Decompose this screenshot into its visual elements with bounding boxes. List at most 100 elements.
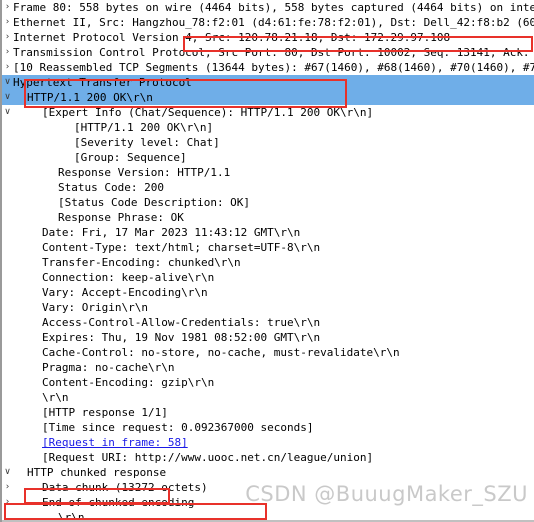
chevron-right-icon[interactable]: › <box>2 45 13 60</box>
packet-tree-row[interactable]: Vary: Accept-Encoding\r\n <box>2 285 534 300</box>
packet-tree-row-label: [Status Code Description: OK] <box>58 196 251 209</box>
packet-tree-row[interactable]: › Ethernet II, Src: Hangzhou_78:f2:01 (d4… <box>2 15 534 30</box>
tree-spacer-icon <box>2 240 13 255</box>
packet-tree-row[interactable]: [Severity level: Chat] <box>2 135 534 150</box>
packet-tree-row[interactable]: ∨ Hypertext Transfer Protocol <box>2 75 534 90</box>
packet-tree-row-label: [Time since request: 0.092367000 seconds… <box>42 421 314 434</box>
packet-tree-row-label: Response Version: HTTP/1.1 <box>58 166 231 179</box>
chevron-down-icon[interactable]: ∨ <box>2 75 13 90</box>
packet-tree-row[interactable]: Connection: keep-alive\r\n <box>2 270 534 285</box>
packet-tree-row-label: Transfer-Encoding: chunked\r\n <box>42 256 241 269</box>
csdn-watermark: CSDN @BuuugMaker_SZU <box>245 482 528 506</box>
packet-tree-row-label: Ethernet II, Src: Hangzhou_78:f2:01 (d4:… <box>13 16 534 29</box>
request-in-frame-link[interactable]: [Request in frame: 58] <box>13 436 188 449</box>
tree-spacer-icon <box>2 300 13 315</box>
tree-spacer-icon <box>2 270 13 285</box>
tree-spacer-icon <box>2 330 13 345</box>
packet-tree-row[interactable]: [Group: Sequence] <box>2 150 534 165</box>
packet-tree-row-label: Pragma: no-cache\r\n <box>42 361 175 374</box>
tree-spacer-icon <box>2 165 13 180</box>
packet-tree-row-label: Connection: keep-alive\r\n <box>42 271 215 284</box>
packet-tree-row-label: [HTTP response 1/1] <box>42 406 168 419</box>
tree-spacer-icon <box>2 120 13 135</box>
packet-detail-pane[interactable]: › Frame 80: 558 bytes on wire (4464 bits)… <box>0 0 534 522</box>
packet-tree-row-label: Transmission Control Protocol, Src Port:… <box>13 46 530 59</box>
packet-tree-row-label: [HTTP/1.1 200 OK\r\n] <box>74 121 214 134</box>
packet-tree-row-label: Response Phrase: OK <box>58 211 184 224</box>
packet-tree-row-label: HTTP/1.1 200 OK\r\n <box>27 91 153 104</box>
packet-tree-row[interactable]: › Transmission Control Protocol, Src Port… <box>2 45 534 60</box>
chevron-right-icon[interactable]: › <box>2 480 13 495</box>
packet-tree-row[interactable]: Vary: Origin\r\n <box>2 300 534 315</box>
chevron-right-icon[interactable]: › <box>2 60 13 75</box>
packet-tree-row-label: [Group: Sequence] <box>74 151 187 164</box>
packet-tree-row[interactable]: [Request URI: http://www.uooc.net.cn/lea… <box>2 450 534 465</box>
packet-tree-row[interactable]: › Internet Protocol Version 4, Src: 120.7… <box>2 30 534 45</box>
packet-tree-row[interactable]: › [10 Reassembled TCP Segments (13644 byt… <box>2 60 534 75</box>
packet-tree-row[interactable]: ∨ HTTP/1.1 200 OK\r\n <box>2 90 534 105</box>
tree-spacer-icon <box>2 345 13 360</box>
chevron-down-icon[interactable]: ∨ <box>2 90 13 105</box>
packet-tree-row[interactable]: Access-Control-Allow-Credentials: true\r… <box>2 315 534 330</box>
packet-tree-row[interactable]: Expires: Thu, 19 Nov 1981 08:52:00 GMT\r… <box>2 330 534 345</box>
packet-tree-row[interactable]: Content-Encoding: gzip\r\n <box>2 375 534 390</box>
packet-tree-row-label: Vary: Accept-Encoding\r\n <box>42 286 208 299</box>
packet-tree-row-label: End of chunked encoding <box>42 496 195 509</box>
packet-tree-row[interactable]: [HTTP response 1/1] <box>2 405 534 420</box>
packet-tree-row[interactable]: ∨ HTTP chunked response <box>2 465 534 480</box>
packet-tree-row[interactable]: Pragma: no-cache\r\n <box>2 360 534 375</box>
tree-spacer-icon <box>2 135 13 150</box>
packet-tree-row-label: Status Code: 200 <box>58 181 164 194</box>
tree-spacer-icon <box>2 225 13 240</box>
tree-spacer-icon <box>2 255 13 270</box>
packet-tree-row[interactable]: [Status Code Description: OK] <box>2 195 534 210</box>
packet-tree-row-label: Content-Type: text/html; charset=UTF-8\r… <box>42 241 321 254</box>
packet-tree-row-label: Hypertext Transfer Protocol <box>13 76 192 89</box>
packet-tree-row-label: Date: Fri, 17 Mar 2023 11:43:12 GMT\r\n <box>42 226 301 239</box>
packet-tree-row[interactable]: Status Code: 200 <box>2 180 534 195</box>
tree-spacer-icon <box>2 375 13 390</box>
packet-tree-row-label: Cache-Control: no-store, no-cache, must-… <box>42 346 400 359</box>
packet-tree-row[interactable]: Content-Type: text/html; charset=UTF-8\r… <box>2 240 534 255</box>
packet-tree[interactable]: › Frame 80: 558 bytes on wire (4464 bits)… <box>2 0 534 522</box>
packet-tree-row[interactable]: \r\n <box>2 390 534 405</box>
packet-tree-row[interactable]: › Frame 80: 558 bytes on wire (4464 bits)… <box>2 0 534 15</box>
chevron-right-icon[interactable]: › <box>2 0 13 15</box>
tree-spacer-icon <box>2 180 13 195</box>
packet-tree-row-label: Vary: Origin\r\n <box>42 301 148 314</box>
packet-tree-row-label: [Expert Info (Chat/Sequence): HTTP/1.1 2… <box>42 106 374 119</box>
packet-tree-row[interactable]: Date: Fri, 17 Mar 2023 11:43:12 GMT\r\n <box>2 225 534 240</box>
packet-tree-row-label: Expires: Thu, 19 Nov 1981 08:52:00 GMT\r… <box>42 331 321 344</box>
packet-tree-row[interactable]: Transfer-Encoding: chunked\r\n <box>2 255 534 270</box>
tree-spacer-icon <box>2 285 13 300</box>
tree-spacer-icon <box>2 435 13 450</box>
packet-tree-row[interactable]: Response Phrase: OK <box>2 210 534 225</box>
packet-tree-row-label: Content-Encoding: gzip\r\n <box>42 376 215 389</box>
chevron-right-icon[interactable]: › <box>2 30 13 45</box>
packet-tree-row-label: \r\n <box>42 391 69 404</box>
packet-tree-row[interactable]: Cache-Control: no-store, no-cache, must-… <box>2 345 534 360</box>
packet-tree-row-label: Internet Protocol Version 4, Src: 120.78… <box>13 31 451 44</box>
packet-tree-row[interactable]: Response Version: HTTP/1.1 <box>2 165 534 180</box>
packet-tree-row[interactable]: [Time since request: 0.092367000 seconds… <box>2 420 534 435</box>
tree-spacer-icon <box>2 150 13 165</box>
tree-spacer-icon <box>2 210 13 225</box>
chevron-right-icon[interactable]: › <box>2 495 13 510</box>
packet-tree-row-label: [10 Reassembled TCP Segments (13644 byte… <box>13 61 534 74</box>
packet-tree-row-label: Frame 80: 558 bytes on wire (4464 bits),… <box>13 1 534 14</box>
tree-spacer-icon <box>2 315 13 330</box>
tree-spacer-icon <box>2 360 13 375</box>
packet-tree-row[interactable]: [HTTP/1.1 200 OK\r\n] <box>2 120 534 135</box>
chevron-down-icon[interactable]: ∨ <box>2 105 13 120</box>
packet-tree-row-label: [Severity level: Chat] <box>74 136 220 149</box>
packet-tree-row-label: HTTP chunked response <box>27 466 167 479</box>
chevron-down-icon[interactable]: ∨ <box>2 465 13 480</box>
tree-spacer-icon <box>2 450 13 465</box>
packet-tree-row-label: Access-Control-Allow-Credentials: true\r… <box>42 316 321 329</box>
tree-spacer-icon <box>2 405 13 420</box>
packet-tree-row[interactable]: ∨ [Expert Info (Chat/Sequence): HTTP/1.1 … <box>2 105 534 120</box>
packet-tree-row-label: [Request URI: http://www.uooc.net.cn/lea… <box>42 451 374 464</box>
chevron-right-icon[interactable]: › <box>2 15 13 30</box>
tree-spacer-icon <box>2 420 13 435</box>
packet-tree-row[interactable]: [Request in frame: 58] <box>2 435 534 450</box>
